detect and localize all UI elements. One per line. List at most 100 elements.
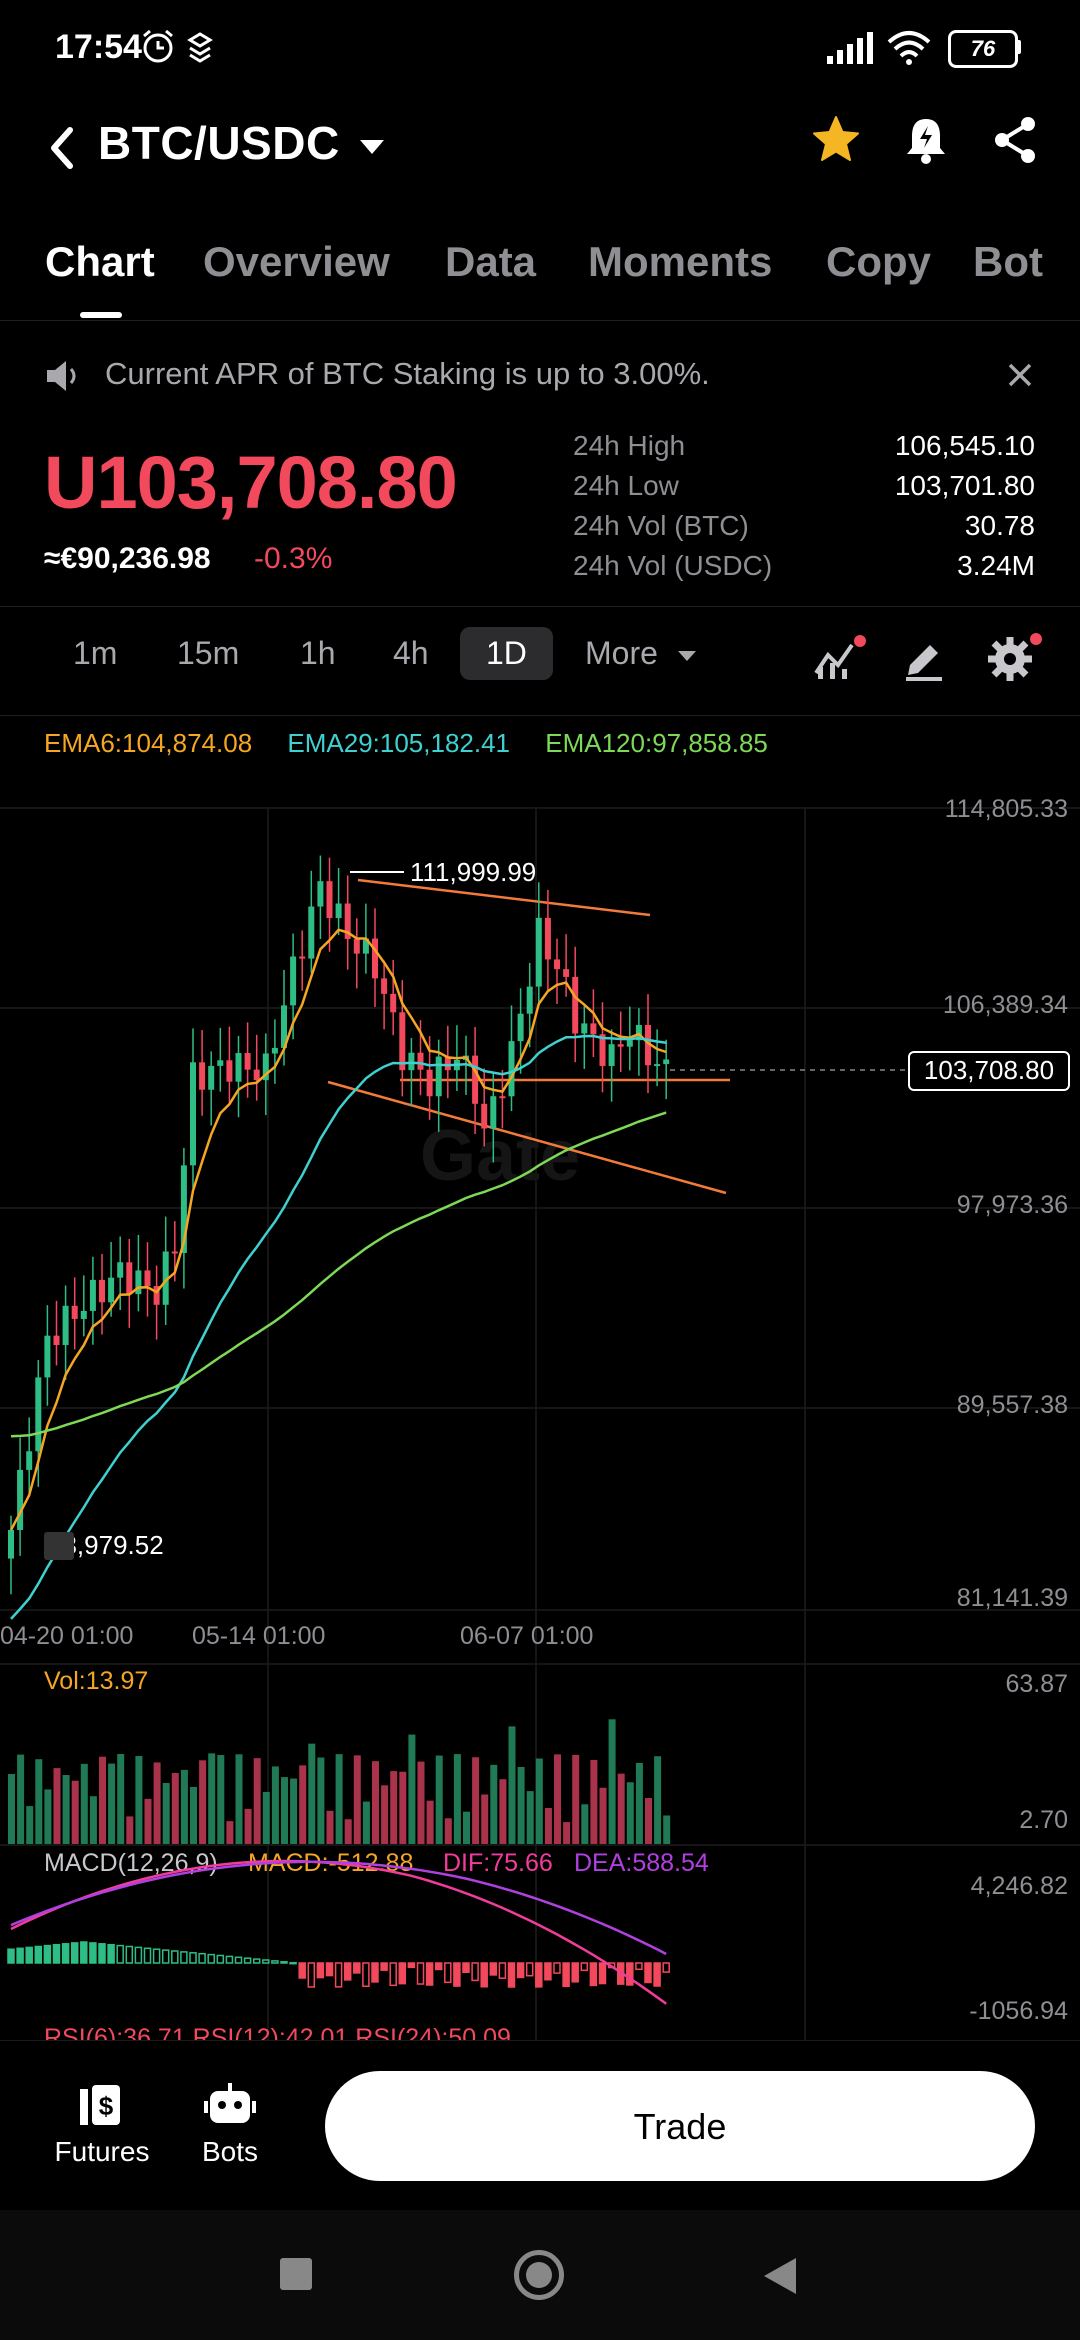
macd-bar [252,1958,261,1964]
candle-body [617,1044,624,1047]
share-icon[interactable] [990,114,1042,166]
futures-label: Futures [54,2136,150,2167]
candle-body [35,1377,42,1452]
macd-bar [462,1962,470,1973]
timeframe-15m[interactable]: 15m [177,635,239,672]
volume-bar [426,1800,434,1844]
volume-bar [17,1754,25,1844]
price-alert-icon[interactable] [900,114,952,166]
stat-value: 30.78 [964,510,1035,541]
pair-title[interactable]: BTC/USDC [98,116,340,170]
volume-bar [35,1759,43,1844]
candle-body [426,1069,433,1097]
drawing-tool-icon[interactable] [902,635,948,681]
candle-body [590,1023,597,1035]
candle-body [26,1451,33,1470]
candle-body [199,1062,206,1090]
candle-body [508,1041,515,1097]
volume-bar [608,1719,616,1844]
volume-bar [663,1815,671,1844]
macd-bar [316,1962,325,1979]
timeframe-4h[interactable]: 4h [393,635,429,672]
settings-gear-icon[interactable] [986,631,1046,685]
tab-data[interactable]: Data [445,238,536,286]
fiat-price: ≈€90,236.98 [44,542,211,575]
candle-body [663,1059,670,1065]
high-annotation: 111,999.99 [410,857,536,887]
candle-body [626,1040,633,1047]
trade-button[interactable]: Trade [325,2071,1035,2181]
volume-bar [144,1798,152,1844]
macd-bar [535,1962,543,1988]
volume-bar [108,1763,116,1844]
wifi-icon [887,31,931,65]
volume-bar [508,1726,516,1844]
stat-label: 24h Vol (USDC) [573,550,773,581]
candle-body [353,938,360,954]
time-tick: 04-20 01:00 [0,1622,133,1650]
zoom-corner-icon[interactable] [44,1532,74,1560]
favorite-star-icon[interactable] [810,114,862,166]
tab-overview[interactable]: Overview [203,238,390,286]
caret-down-icon[interactable] [676,649,700,665]
tab-bar: Chart Overview Data Moments Copy Bot [0,220,1080,321]
back-button[interactable] [42,118,82,178]
volume-bar [253,1758,261,1844]
tab-active-indicator [80,312,122,318]
tab-chart[interactable]: Chart [45,238,155,286]
macd-bar [298,1962,306,1979]
volume-bar [563,1822,571,1844]
announcement-bar[interactable]: Current APR of BTC Staking is up to 3.00… [0,336,1080,416]
macd-histogram [7,1941,670,1988]
timeframe-1h[interactable]: 1h [300,635,336,672]
close-icon[interactable] [1005,360,1035,390]
dea-value: DEA:588.54 [574,1849,709,1877]
volume-tick: 2.70 [1019,1806,1068,1834]
indicators-icon[interactable] [812,633,868,685]
volume-bar [317,1757,325,1844]
bots-button[interactable]: Bots [190,2081,270,2168]
volume-bar [635,1762,643,1844]
announcement-text[interactable]: Current APR of BTC Staking is up to 3.00… [105,356,710,392]
macd-bar [434,1962,443,1971]
system-nav-bar [0,2210,1080,2340]
timeframe-more[interactable]: More [585,635,658,672]
tab-copy[interactable]: Copy [826,238,931,286]
volume-bar [590,1759,598,1844]
volume-bar [481,1794,489,1844]
volume-bar [217,1755,225,1844]
tab-moments[interactable]: Moments [588,238,772,286]
volume-bar [372,1761,379,1844]
dif-value: DIF:75.66 [443,1849,553,1877]
stat-value: 3.24M [957,550,1035,581]
home-nav-icon[interactable] [514,2250,564,2300]
candle-body [372,938,378,979]
macd-bar [489,1962,498,1976]
back-nav-icon[interactable] [760,2254,800,2298]
macd-bar [407,1962,416,1969]
candlestick-chart[interactable]: Gate 103,708.80 111,999.99 83,979.52 114… [0,760,1080,2040]
bots-label: Bots [201,2136,259,2167]
timeframe-1d[interactable]: 1D [460,627,553,680]
futures-button[interactable]: $ Futures [52,2081,152,2168]
recents-nav-icon[interactable] [280,2258,312,2290]
volume-bar [435,1755,443,1844]
timeframe-1m[interactable]: 1m [73,635,117,672]
macd-bar [107,1943,115,1964]
candle-body [290,956,297,1006]
volume-bar [645,1798,652,1844]
candle-body [71,1305,78,1319]
candle-body [481,1103,488,1129]
candle-body [472,1055,479,1104]
volume-bar [335,1754,343,1844]
macd-bar [598,1962,607,1985]
volume-bar [199,1760,207,1844]
candle-body [581,1023,588,1034]
chevron-down-icon[interactable] [358,136,388,160]
macd-bar [225,1955,234,1964]
macd-bar [562,1962,570,1988]
header: BTC/USDC [0,100,1080,210]
tab-bot[interactable]: Bot [973,238,1080,286]
macd-bar [453,1962,461,1987]
volume-bar [308,1743,316,1844]
